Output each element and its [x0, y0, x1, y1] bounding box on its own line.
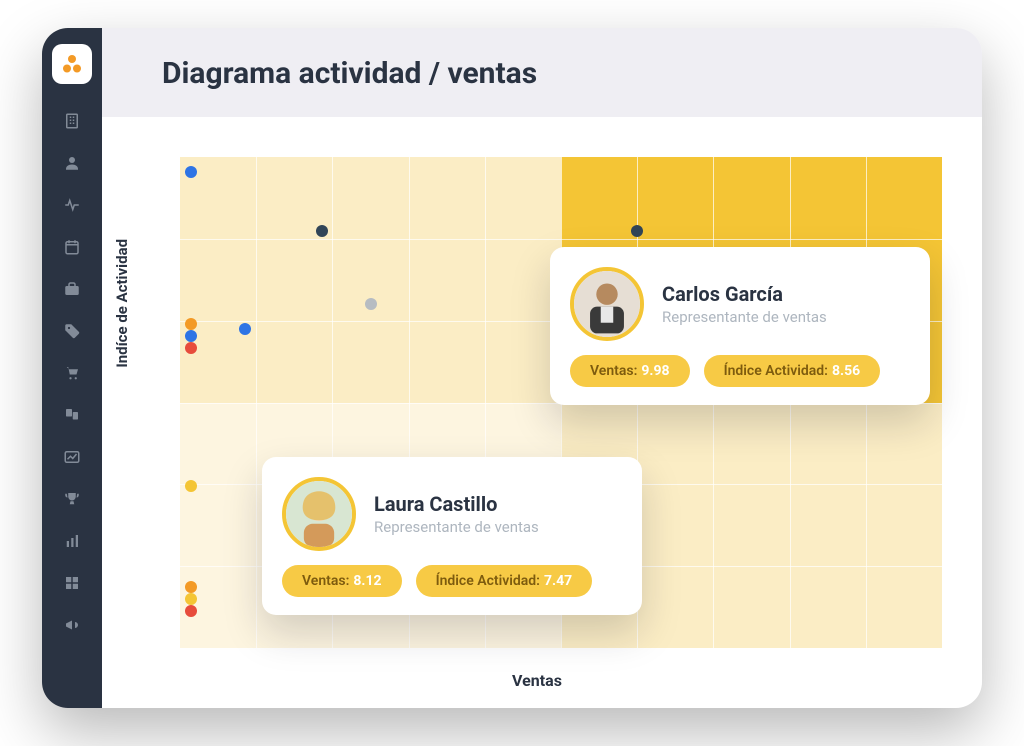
metric-pill: Índice Actividad: 8.56	[704, 355, 881, 387]
data-point[interactable]	[185, 593, 197, 605]
building-icon[interactable]	[61, 110, 83, 132]
tag-icon[interactable]	[61, 320, 83, 342]
data-point[interactable]	[185, 605, 197, 617]
data-point[interactable]	[631, 225, 643, 237]
page-header: Diagrama actividad / ventas	[102, 28, 982, 117]
data-point[interactable]	[185, 480, 197, 492]
metric-pill: Índice Actividad: 7.47	[416, 565, 593, 597]
chart-line-icon[interactable]	[61, 446, 83, 468]
person-role: Representante de ventas	[662, 308, 827, 326]
metric-value: 7.47	[544, 573, 572, 589]
app-logo[interactable]	[52, 44, 92, 84]
data-point[interactable]	[185, 330, 197, 342]
data-point[interactable]	[185, 166, 197, 178]
avatar	[570, 267, 644, 341]
avatar	[282, 477, 356, 551]
app-frame: Diagrama actividad / ventas Indíce de Ac…	[42, 28, 982, 708]
data-point[interactable]	[239, 323, 251, 335]
metric-pill: Ventas: 9.98	[570, 355, 690, 387]
data-point[interactable]	[185, 318, 197, 330]
sidebar	[42, 28, 102, 708]
metric-value: 9.98	[641, 363, 669, 379]
person-name: Carlos García	[662, 282, 827, 306]
page-title: Diagrama actividad / ventas	[162, 56, 942, 91]
trophy-icon[interactable]	[61, 488, 83, 510]
logo-icon	[61, 53, 83, 75]
user-icon[interactable]	[61, 152, 83, 174]
x-axis-label: Ventas	[512, 671, 562, 690]
metric-label: Índice Actividad:	[724, 363, 828, 379]
megaphone-icon[interactable]	[61, 614, 83, 636]
data-point[interactable]	[185, 581, 197, 593]
y-axis-label: Indíce de Actividad	[113, 238, 131, 367]
cart-icon[interactable]	[61, 362, 83, 384]
person-name: Laura Castillo	[374, 492, 539, 516]
main-content: Diagrama actividad / ventas Indíce de Ac…	[102, 28, 982, 708]
metric-value: 8.56	[832, 363, 860, 379]
metric-label: Ventas:	[590, 363, 637, 379]
metric-label: Índice Actividad:	[436, 573, 540, 589]
briefcase-icon[interactable]	[61, 278, 83, 300]
data-point[interactable]	[365, 298, 377, 310]
pulse-icon[interactable]	[61, 194, 83, 216]
bar-chart-icon[interactable]	[61, 530, 83, 552]
person-card[interactable]: Carlos García Representante de ventas Ve…	[550, 247, 930, 405]
matrix-icon[interactable]	[61, 572, 83, 594]
person-role: Representante de ventas	[374, 518, 539, 536]
data-point[interactable]	[185, 342, 197, 354]
metric-pill: Ventas: 8.12	[282, 565, 402, 597]
metric-value: 8.12	[353, 573, 381, 589]
data-point[interactable]	[316, 225, 328, 237]
metric-label: Ventas:	[302, 573, 349, 589]
person-card[interactable]: Laura Castillo Representante de ventas V…	[262, 457, 642, 615]
product-icon[interactable]	[61, 404, 83, 426]
quadrant-top-left	[180, 157, 561, 403]
calendar-icon[interactable]	[61, 236, 83, 258]
chart-area: Indíce de Actividad Ventas	[102, 117, 982, 708]
